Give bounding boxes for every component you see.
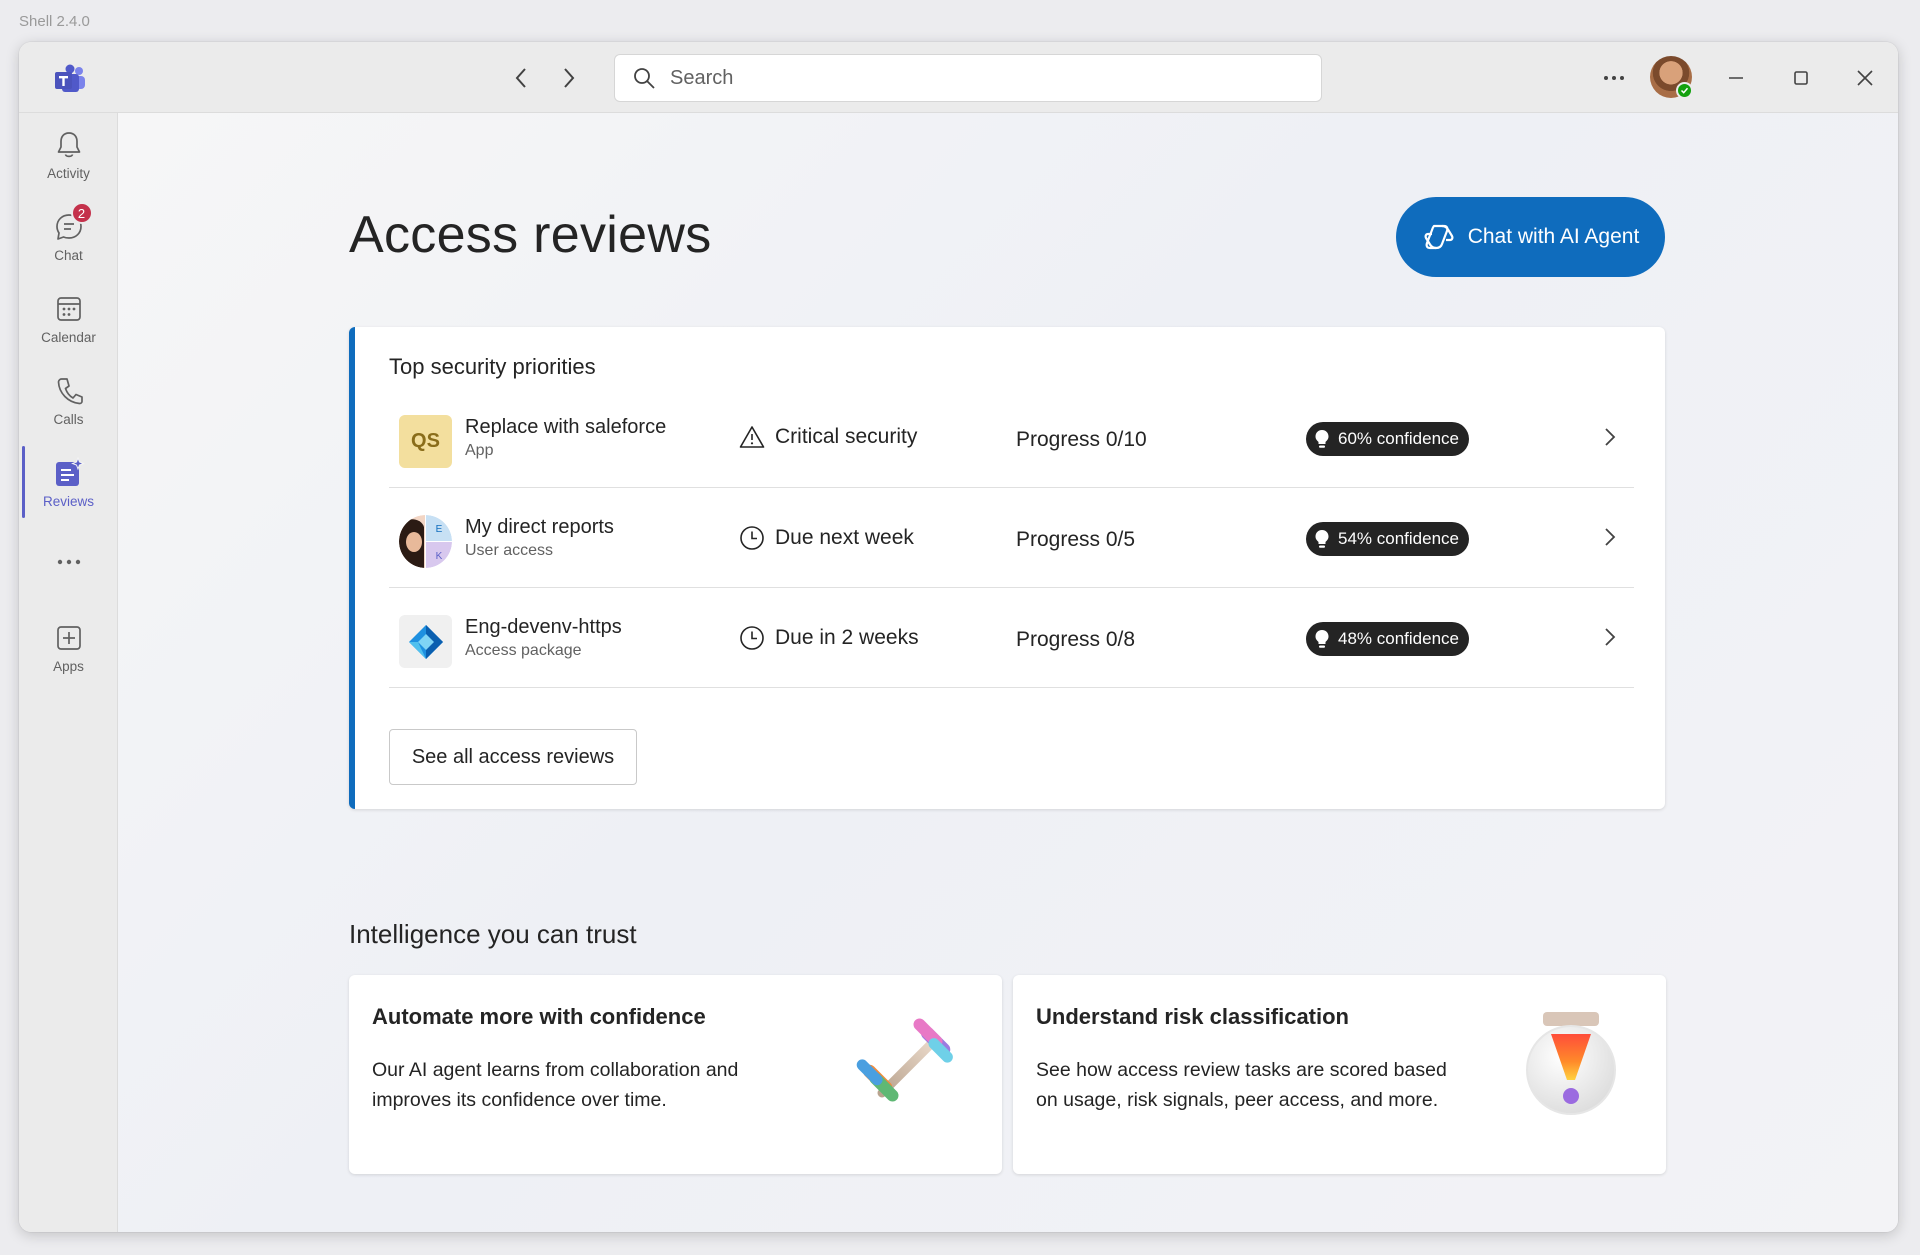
app-window: Activity 2 Chat Calendar Calls R [19,42,1898,1232]
lightbulb-icon [1315,530,1329,548]
back-button[interactable] [506,63,536,93]
chevron-right-icon [1605,528,1616,546]
chat-with-ai-agent-button[interactable]: Chat with AI Agent [1396,197,1665,277]
bell-icon [57,132,80,158]
reviews-icon [55,457,85,486]
review-subtitle: Access package [465,642,582,659]
rail-item-apps[interactable]: Apps [19,613,118,685]
access-package-icon [399,615,452,668]
search-box[interactable] [614,54,1322,102]
main-content: Access reviews Chat with AI Agent Top se… [118,113,1898,1232]
search-icon [634,68,655,89]
search-input[interactable] [670,66,1270,90]
more-options-button[interactable] [1597,63,1631,93]
review-progress: Progress 0/5 [1016,528,1136,551]
rail-label-apps: Apps [53,659,84,674]
review-title: My direct reports [465,516,614,538]
minimize-icon [1729,77,1743,79]
dumbbell-illustration-icon [856,1018,953,1102]
confidence-label: 60% confidence [1338,429,1459,448]
review-subtitle: App [465,442,494,459]
clock-icon [740,526,764,550]
chevron-right-icon [564,68,575,88]
rail-item-chat[interactable]: 2 Chat [19,202,118,274]
more-horizontal-icon [1604,76,1624,80]
close-button[interactable] [1849,62,1881,94]
review-subtitle: User access [465,542,554,559]
copilot-icon [1424,224,1454,250]
lightbulb-icon [1315,630,1329,648]
confidence-label: 54% confidence [1338,529,1459,548]
review-status-label: Due next week [775,526,914,549]
rail-label-chat: Chat [54,248,83,263]
review-row-eng-devenv[interactable]: Eng-devenv-https Access package Due in 2… [389,588,1634,688]
clock-icon [740,626,764,650]
rail-item-reviews[interactable]: Reviews [19,448,118,520]
avatar-initial-e: E [436,524,443,535]
add-app-icon [56,626,81,650]
review-status: Due next week [739,525,914,551]
rail-item-activity[interactable]: Activity [19,120,118,192]
maximize-icon [1794,71,1808,85]
close-icon [1857,70,1873,86]
section-heading: Intelligence you can trust [349,919,637,949]
app-initials-icon: QS [399,415,452,468]
see-all-access-reviews-button[interactable]: See all access reviews [389,729,637,785]
warning-icon [739,426,765,448]
review-status: Due in 2 weeks [739,625,919,651]
teams-logo-icon [55,64,85,92]
forward-button[interactable] [554,63,584,93]
chevron-right-icon [1605,428,1616,446]
avatar-initial-k: K [436,551,443,562]
alert-badge-illustration-icon [1526,1012,1616,1115]
group-avatar-icon: E K [399,515,452,568]
info-card-body: See how access review tasks are scored b… [1036,1059,1447,1111]
info-card-body: Our AI agent learns from collaboration a… [372,1059,739,1111]
automate-confidence-card[interactable]: Automate more with confidence Our AI age… [349,975,1002,1174]
chat-with-ai-agent-label: Chat with AI Agent [1467,225,1640,248]
rail-label-activity: Activity [47,166,90,181]
understand-risk-card[interactable]: Understand risk classification See how a… [1013,975,1666,1174]
rail-more-button[interactable] [19,538,118,578]
calendar-icon [56,297,81,321]
chevron-left-icon [515,68,526,88]
review-row-saleforce[interactable]: QS Replace with saleforce App Critical s… [389,388,1634,488]
review-title: Eng-devenv-https [465,616,622,638]
minimize-button[interactable] [1720,62,1752,94]
page-title: Access reviews [349,206,712,264]
more-horizontal-icon [57,559,80,565]
review-title: Replace with saleforce [465,416,667,438]
chat-unread-badge: 2 [70,202,93,224]
chevron-right-icon [1605,628,1616,646]
review-status: Critical security [739,425,917,449]
rail-label-reviews: Reviews [42,494,94,509]
rail-item-calls[interactable]: Calls [19,366,118,438]
info-card-title: Understand risk classification [1036,1004,1349,1029]
confidence-badge: 60% confidence [1306,422,1469,456]
card-heading: Top security priorities [389,354,596,379]
rail-label-calls: Calls [53,412,84,427]
review-progress: Progress 0/10 [1016,428,1147,451]
review-status-label: Critical security [775,425,918,448]
confidence-badge: 48% confidence [1306,622,1469,656]
rail-label-calendar: Calendar [41,330,96,345]
app-rail: Activity 2 Chat Calendar Calls Reviews A… [19,113,118,1232]
review-status-label: Due in 2 weeks [775,626,919,649]
shell-version-label: Shell 2.4.0 [19,13,90,30]
rail-item-calendar[interactable]: Calendar [19,284,118,356]
review-progress: Progress 0/8 [1016,628,1136,651]
title-bar [19,42,1898,113]
review-row-direct-reports[interactable]: E K My direct reports User access Due ne… [389,488,1634,588]
confidence-label: 48% confidence [1338,629,1459,648]
confidence-badge: 54% confidence [1306,522,1469,556]
info-card-title: Automate more with confidence [372,1004,706,1029]
top-security-priorities-card: Top security priorities QS Replace with … [349,327,1665,809]
phone-icon [57,378,83,405]
lightbulb-icon [1315,430,1329,448]
maximize-button[interactable] [1785,62,1817,94]
presence-available-icon [1676,82,1693,99]
